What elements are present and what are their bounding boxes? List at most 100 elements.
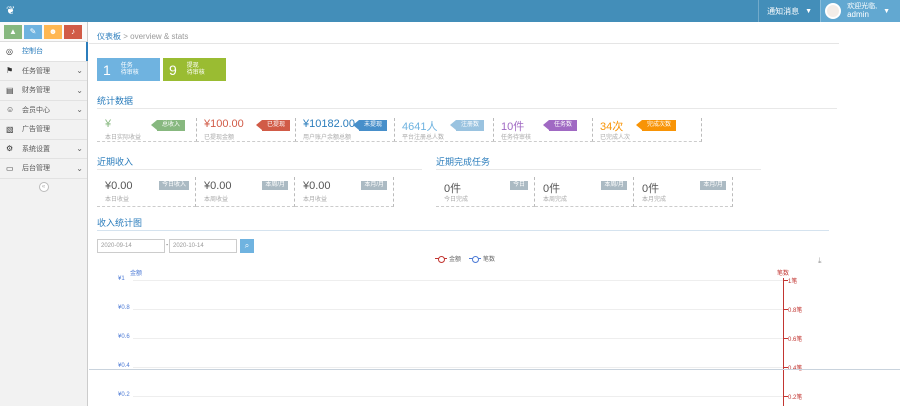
money-icon: ▤ xyxy=(6,85,14,95)
stat-box: ¥10182.00 用户账户余额总额 未提现 xyxy=(295,118,395,142)
grid-line xyxy=(133,396,783,397)
tasks-badge: 今日 xyxy=(509,181,528,190)
axis-tick xyxy=(784,309,788,310)
sidebar-item-3[interactable]: ☺ 会员中心 ⌄ xyxy=(0,101,87,120)
income-box: ¥0.00 本日收益 今日收入 xyxy=(97,177,196,207)
notifications-menu[interactable]: 通知消息 ▼ xyxy=(758,0,820,22)
tile-label: 提现 xyxy=(186,62,199,69)
y-tick-label: 1笔 xyxy=(788,279,798,285)
y-tick-label: ¥0.6 xyxy=(118,334,130,340)
y-tick-label: 0.6笔 xyxy=(788,337,803,343)
sidebar-item-5[interactable]: ⚙ 系统设置 ⌄ xyxy=(0,140,87,159)
y-tick-label: ¥0.8 xyxy=(118,305,130,311)
sidebar-item-0[interactable]: ◎ 控制台 xyxy=(0,42,88,62)
sidebar-collapse-icon[interactable]: « xyxy=(38,181,49,192)
search-icon: ⌕ xyxy=(244,241,250,250)
stat-label: 已完成人次 xyxy=(600,135,631,141)
stat-label: 用户账户余额总额 xyxy=(303,135,352,141)
stat-value: ¥100.00 xyxy=(204,118,244,130)
legend-item[interactable]: 金额 xyxy=(435,254,461,263)
left-axis-title: 金额 xyxy=(130,271,143,277)
sidebar-item-label: 后台管理 xyxy=(22,165,50,173)
stat-box: ¥ 本日实际收益 总收入 xyxy=(97,118,197,142)
picture-icon: ▧ xyxy=(6,124,14,134)
sidebar-item-label: 任务管理 xyxy=(22,67,50,75)
tile-sublabel: 待审核 xyxy=(120,69,139,76)
tasks-box: 0件 本月完成 本月/月 xyxy=(634,177,733,207)
leaf-icon[interactable]: ❦ xyxy=(6,5,20,17)
shortcut-button-0[interactable]: ▲ xyxy=(4,25,22,39)
legend-item[interactable]: 笔数 xyxy=(469,254,495,263)
shortcut-button-2[interactable]: ☻ xyxy=(44,25,62,39)
tasks-box: 0件 今日完成 今日 xyxy=(436,177,535,207)
sidebar-item-4[interactable]: ▧ 广告管理 xyxy=(0,120,87,140)
user-menu[interactable]: 欢迎光临, admin ▼ xyxy=(820,0,900,22)
user-name: admin xyxy=(847,10,869,19)
sidebar: ▲ ✎ ☻ ♪ ◎ 控制台 ⚑ 任务管理 ⌄ ▤ 财务管理 ⌄ ☺ 会员中心 ⌄ ▧ 广告管理 ⚙ 系统设置 ⌄ ▭ 后… xyxy=(0,22,88,406)
caret-down-icon: ▼ xyxy=(805,7,813,15)
chevron-down-icon: ⌄ xyxy=(76,85,83,95)
main-content: 仪表板 > overview & stats 1 任务 待审核 9 提现 待审核 统计数据… xyxy=(89,22,900,406)
stat-badge: 未提现 xyxy=(352,120,388,131)
info-tile-1[interactable]: 9 提现 待审核 xyxy=(163,58,226,81)
sidebar-item-label: 财务管理 xyxy=(22,87,50,95)
sidebar-item-label: 系统设置 xyxy=(22,145,50,153)
search-button[interactable]: ⌕ xyxy=(240,239,254,253)
axis-tick xyxy=(784,396,788,397)
shortcut-button-3[interactable]: ♪ xyxy=(64,25,82,39)
stat-badge: 已提现 xyxy=(255,120,291,131)
stat-label: 本日实际收益 xyxy=(105,135,142,141)
sidebar-item-2[interactable]: ▤ 财务管理 ⌄ xyxy=(0,81,87,101)
right-axis-line xyxy=(783,278,784,406)
grid-line xyxy=(133,367,783,368)
legend-marker-icon xyxy=(435,255,447,263)
stat-badge: 注册数 xyxy=(449,120,485,131)
avatar xyxy=(825,3,842,19)
tile-label: 任务 xyxy=(120,62,133,69)
stat-badge: 总收入 xyxy=(150,120,186,131)
tile-sublabel: 待审核 xyxy=(186,69,205,76)
top-navbar: ❦ 通知消息 ▼ 欢迎光临, admin ▼ xyxy=(0,0,900,22)
y-tick-label: 0.8笔 xyxy=(788,308,803,314)
dashboard-icon: ◎ xyxy=(6,46,13,56)
tasks-box: 0件 本周完成 本周/月 xyxy=(535,177,634,207)
stat-box: 4641人 平台注册总人数 注册数 xyxy=(394,118,494,142)
tile-number: 1 xyxy=(103,61,111,78)
tasks-label: 今日完成 xyxy=(444,197,469,203)
y-tick-label: ¥0.2 xyxy=(118,392,130,398)
sidebar-item-6[interactable]: ▭ 后台管理 ⌄ xyxy=(0,159,87,179)
signal-icon: ▲ xyxy=(9,27,17,36)
grid-line xyxy=(133,280,783,281)
info-tile-0[interactable]: 1 任务 待审核 xyxy=(97,58,160,81)
date-end-input[interactable]: 2020-10-14 xyxy=(169,239,237,253)
date-start-input[interactable]: 2020-09-14 xyxy=(97,239,165,253)
legend-label: 金额 xyxy=(449,257,462,263)
sidebar-shortcuts: ▲ ✎ ☻ ♪ xyxy=(0,22,87,42)
nav-list: ◎ 控制台 ⚑ 任务管理 ⌄ ▤ 财务管理 ⌄ ☺ 会员中心 ⌄ ▧ 广告管理 ⚙ 系统设置 ⌄ ▭ 后台管理 ⌄ xyxy=(0,42,88,179)
y-tick-label: 0.4笔 xyxy=(788,366,803,372)
breadcrumb-home[interactable]: 仪表板 xyxy=(97,32,121,41)
chevron-down-icon: ⌄ xyxy=(76,163,83,173)
income-box: ¥0.00 本周收益 本周/月 xyxy=(196,177,295,207)
caret-down-icon: ▼ xyxy=(883,7,890,15)
sidebar-item-1[interactable]: ⚑ 任务管理 ⌄ xyxy=(0,62,87,81)
axis-tick xyxy=(784,280,788,281)
breadcrumb: 仪表板 > overview & stats xyxy=(97,31,188,42)
stat-label: 已提现金额 xyxy=(204,135,235,141)
chart-title: 收入统计图 xyxy=(97,218,143,228)
income-box: ¥0.00 本月收益 本月/月 xyxy=(295,177,394,207)
shortcut-button-1[interactable]: ✎ xyxy=(24,25,42,39)
tasks-badge: 本周/月 xyxy=(601,181,627,190)
flag-icon: ⚑ xyxy=(6,66,14,76)
sidebar-item-label: 会员中心 xyxy=(22,106,50,114)
grid-line xyxy=(133,309,783,310)
income-value: ¥0.00 xyxy=(303,180,331,192)
y-tick-label: 0.2笔 xyxy=(788,395,803,401)
notifications-label: 通知消息 xyxy=(767,6,800,16)
legend-marker-icon xyxy=(469,255,482,263)
desktop-icon: ▭ xyxy=(6,163,14,173)
download-icon[interactable]: ⤓ xyxy=(818,256,822,266)
income-label: 本月收益 xyxy=(303,197,328,203)
income-badge: 本周/月 xyxy=(262,181,288,190)
stat-value: ¥10182.00 xyxy=(303,118,355,130)
